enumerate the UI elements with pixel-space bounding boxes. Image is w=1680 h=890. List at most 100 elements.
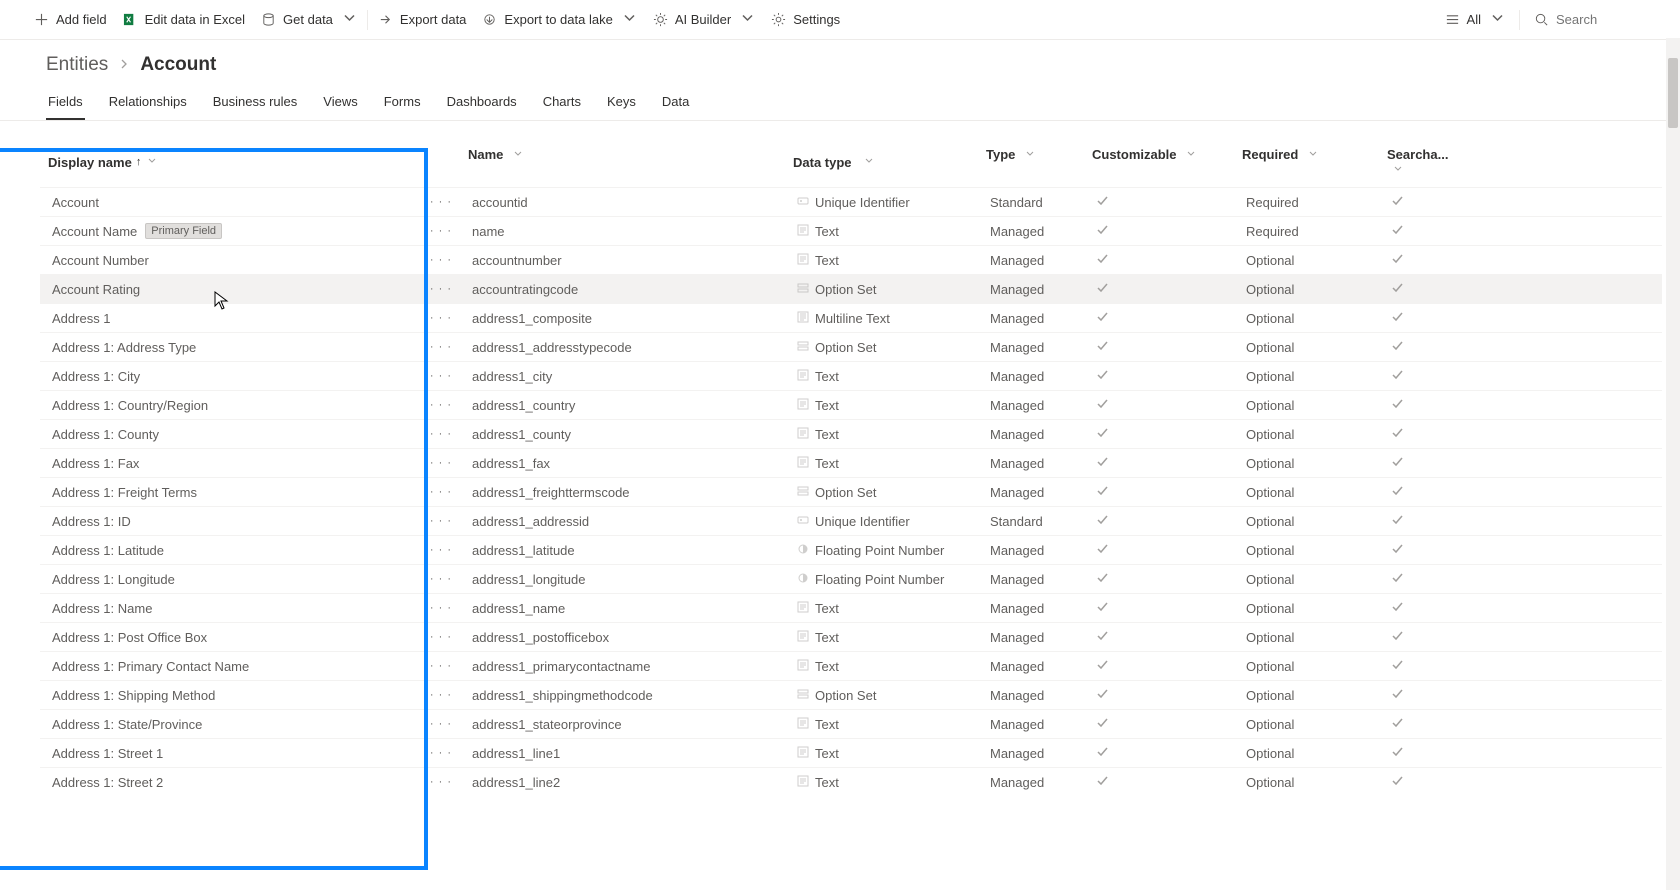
more-actions-icon[interactable]: · · · <box>430 399 452 411</box>
table-row[interactable]: Address 1: Primary Contact Name· · ·addr… <box>40 651 1662 680</box>
chevron-down-icon <box>1025 151 1035 162</box>
more-actions-icon[interactable]: · · · <box>430 544 452 556</box>
table-row[interactable]: Address 1: Country/Region· · ·address1_c… <box>40 390 1662 419</box>
table-row[interactable]: Address 1: State/Province· · ·address1_s… <box>40 709 1662 738</box>
more-actions-icon[interactable]: · · · <box>430 486 452 498</box>
table-row[interactable]: Address 1: Freight Terms· · ·address1_fr… <box>40 477 1662 506</box>
cell-display: Address 1: County· · · <box>52 427 472 442</box>
col-header-required[interactable]: Required <box>1242 147 1387 177</box>
more-actions-icon[interactable]: · · · <box>430 747 452 759</box>
breadcrumb-root[interactable]: Entities <box>46 54 108 76</box>
cell-searchable <box>1391 658 1461 674</box>
tab-dashboards[interactable]: Dashboards <box>445 88 519 120</box>
search-box[interactable] <box>1526 6 1654 33</box>
more-actions-icon[interactable]: · · · <box>430 631 452 643</box>
col-header-type[interactable]: Type <box>986 147 1092 177</box>
cell-required: Optional <box>1246 340 1391 355</box>
cell-searchable <box>1391 774 1461 790</box>
tab-charts[interactable]: Charts <box>541 88 583 120</box>
ai-builder-button[interactable]: AI Builder <box>645 5 763 35</box>
scrollbar-thumb[interactable] <box>1668 58 1678 128</box>
table-row[interactable]: Address 1: Post Office Box· · ·address1_… <box>40 622 1662 651</box>
more-actions-icon[interactable]: · · · <box>430 428 452 440</box>
cmd-label: AI Builder <box>675 12 731 27</box>
table-row[interactable]: Address 1: Street 1· · ·address1_line1Te… <box>40 738 1662 767</box>
table-row[interactable]: Address 1: Latitude· · ·address1_latitud… <box>40 535 1662 564</box>
cell-type: Managed <box>990 543 1096 558</box>
more-actions-icon[interactable]: · · · <box>430 196 452 208</box>
cell-datatype: Text <box>797 224 990 239</box>
cell-datatype: Text <box>797 427 990 442</box>
table-row[interactable]: Account NamePrimary Field· · ·nameTextMa… <box>40 216 1662 245</box>
display-name-text: Address 1: State/Province <box>52 717 202 732</box>
more-actions-icon[interactable]: · · · <box>430 660 452 672</box>
more-actions-icon[interactable]: · · · <box>430 515 452 527</box>
more-actions-icon[interactable]: · · · <box>430 718 452 730</box>
edit-excel-button[interactable]: Edit data in Excel <box>115 6 253 33</box>
divider <box>367 10 368 30</box>
cmd-label: All <box>1467 12 1481 27</box>
more-actions-icon[interactable]: · · · <box>430 341 452 353</box>
tab-keys[interactable]: Keys <box>605 88 638 120</box>
col-header-display[interactable]: Display name ↑ <box>48 147 468 177</box>
more-actions-icon[interactable]: · · · <box>430 312 452 324</box>
search-input[interactable] <box>1556 12 1646 27</box>
more-actions-icon[interactable]: · · · <box>430 573 452 585</box>
display-name-text: Address 1: ID <box>52 514 131 529</box>
table-row[interactable]: Account Rating· · ·accountratingcodeOpti… <box>40 274 1662 303</box>
more-actions-icon[interactable]: · · · <box>430 602 452 614</box>
more-actions-icon[interactable]: · · · <box>430 689 452 701</box>
chevron-down-icon <box>513 151 523 162</box>
table-row[interactable]: Address 1: Address Type· · ·address1_add… <box>40 332 1662 361</box>
cell-customizable <box>1096 194 1246 210</box>
table-row[interactable]: Address 1: Street 2· · ·address1_line2Te… <box>40 767 1662 796</box>
tab-relationships[interactable]: Relationships <box>107 88 189 120</box>
more-actions-icon[interactable]: · · · <box>430 776 452 788</box>
more-actions-icon[interactable]: · · · <box>430 254 452 266</box>
table-row[interactable]: Address 1: City· · ·address1_cityTextMan… <box>40 361 1662 390</box>
table-row[interactable]: Address 1: County· · ·address1_countyTex… <box>40 419 1662 448</box>
table-row[interactable]: Address 1: Longitude· · ·address1_longit… <box>40 564 1662 593</box>
add-field-button[interactable]: Add field <box>26 6 115 33</box>
tab-fields[interactable]: Fields <box>46 88 85 120</box>
get-data-button[interactable]: Get data <box>253 5 365 35</box>
chevron-down-icon <box>622 11 637 29</box>
scrollbar[interactable] <box>1666 38 1680 890</box>
cell-type: Managed <box>990 746 1096 761</box>
settings-button[interactable]: Settings <box>763 6 848 33</box>
tab-forms[interactable]: Forms <box>382 88 423 120</box>
table-row[interactable]: Address 1: ID· · ·address1_addressidUniq… <box>40 506 1662 535</box>
cell-required: Optional <box>1246 282 1391 297</box>
more-actions-icon[interactable]: · · · <box>430 283 452 295</box>
tab-data[interactable]: Data <box>660 88 691 120</box>
datatype-text: Text <box>815 369 839 384</box>
text-icon <box>797 717 809 732</box>
datatype-text: Unique Identifier <box>815 514 910 529</box>
table-row[interactable]: Address 1: Fax· · ·address1_faxTextManag… <box>40 448 1662 477</box>
export-data-button[interactable]: Export data <box>370 6 475 33</box>
more-actions-icon[interactable]: · · · <box>430 457 452 469</box>
table-row[interactable]: Address 1· · ·address1_compositeMultilin… <box>40 303 1662 332</box>
cell-required: Optional <box>1246 746 1391 761</box>
col-header-name[interactable]: Name <box>468 147 793 177</box>
view-filter-button[interactable]: All <box>1437 5 1513 35</box>
table-row[interactable]: Account Number· · ·accountnumberTextMana… <box>40 245 1662 274</box>
table-row[interactable]: Address 1: Shipping Method· · ·address1_… <box>40 680 1662 709</box>
table-row[interactable]: Address 1: Name· · ·address1_nameTextMan… <box>40 593 1662 622</box>
tab-business-rules[interactable]: Business rules <box>211 88 300 120</box>
display-name-text: Account <box>52 195 99 210</box>
grid-body: Account· · ·accountidUnique IdentifierSt… <box>36 183 1666 800</box>
col-header-datatype[interactable]: Data type <box>793 147 986 177</box>
col-header-searchable[interactable]: Searcha... <box>1387 147 1457 177</box>
tab-views[interactable]: Views <box>321 88 359 120</box>
more-actions-icon[interactable]: · · · <box>430 370 452 382</box>
cell-datatype: Floating Point Number <box>797 572 990 587</box>
col-header-customizable[interactable]: Customizable <box>1092 147 1242 177</box>
excel-icon <box>123 12 138 27</box>
cell-type: Managed <box>990 369 1096 384</box>
export-lake-button[interactable]: Export to data lake <box>474 5 644 35</box>
more-actions-icon[interactable]: · · · <box>430 225 452 237</box>
table-row[interactable]: Account· · ·accountidUnique IdentifierSt… <box>40 187 1662 216</box>
cell-display: Address 1: State/Province · · · <box>52 717 472 732</box>
datatype-text: Text <box>815 427 839 442</box>
